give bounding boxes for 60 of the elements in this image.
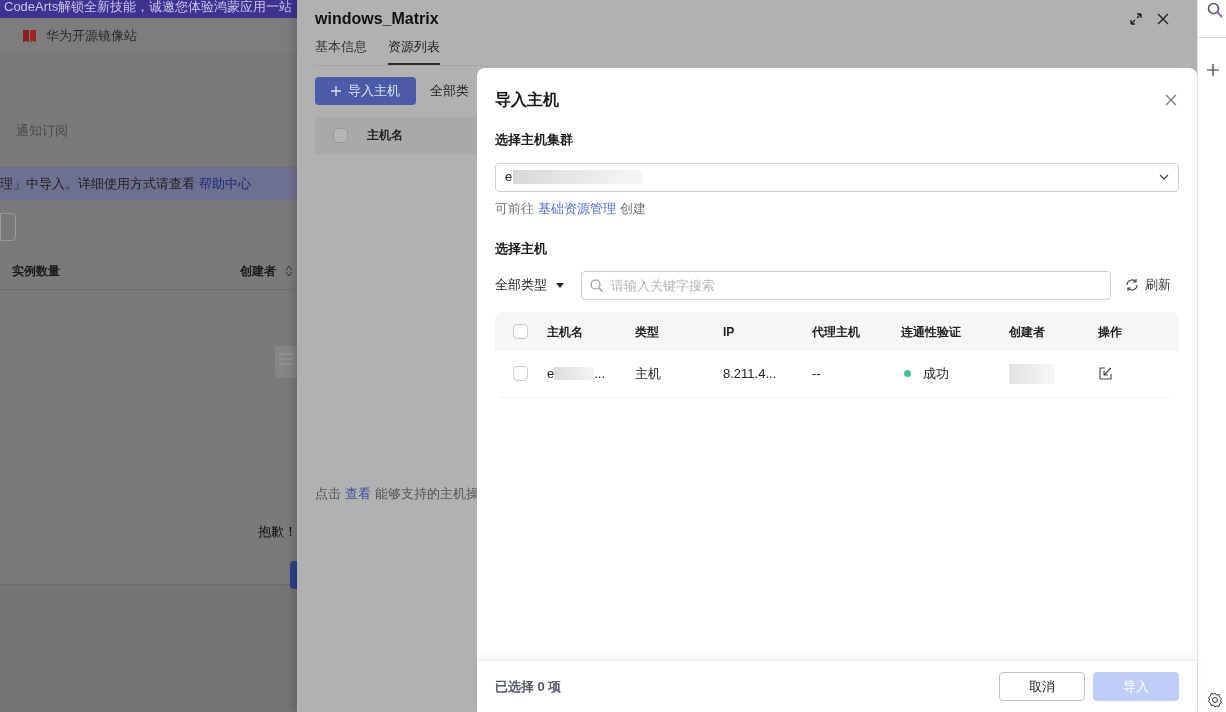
column-header: 实例数量: [12, 262, 61, 280]
section-label: 选择主机集群: [495, 131, 574, 149]
redaction: [554, 367, 595, 380]
table-cell: 8.211.4...: [723, 365, 777, 381]
input-field[interactable]: [0, 213, 16, 241]
table-cell: 主机: [635, 365, 661, 381]
column-header: 操作: [1098, 325, 1122, 339]
refresh-icon: [1125, 278, 1139, 292]
hint-text: 创建: [620, 199, 646, 218]
redaction: [1009, 363, 1055, 384]
column-header: 创建者: [240, 262, 276, 280]
cancel-button[interactable]: 取消: [999, 672, 1085, 701]
column-header: 创建者: [1009, 325, 1045, 339]
hint-text: 点击: [315, 484, 341, 503]
close-icon[interactable]: [1165, 94, 1177, 106]
column-header: 代理主机: [812, 325, 860, 339]
checkbox[interactable]: [333, 127, 348, 143]
error-text: 抱歉！: [258, 523, 297, 541]
checkbox[interactable]: [513, 366, 528, 381]
selection-count: 已选择 0 项: [495, 677, 563, 696]
section-label: 选择主机: [495, 240, 548, 258]
search-icon[interactable]: [1207, 2, 1223, 18]
tab[interactable]: 基本信息: [315, 37, 367, 65]
column-header: 主机名: [367, 127, 403, 144]
expand-icon[interactable]: [1129, 12, 1143, 26]
book-icon: [22, 28, 38, 44]
cluster-select[interactable]: e: [495, 162, 1179, 192]
plus-icon[interactable]: [1207, 64, 1219, 76]
search-field[interactable]: 请输入关键字搜索: [581, 270, 1111, 300]
plus-icon: [331, 85, 341, 96]
column-header: 连通性验证: [901, 325, 961, 339]
sort-icon: [284, 263, 294, 278]
document-icon: [275, 346, 297, 378]
table-cell: --: [812, 365, 821, 381]
type-filter[interactable]: 全部类型: [495, 275, 581, 295]
search-icon: [590, 278, 603, 292]
table-cell-text: 成功: [923, 364, 949, 383]
import-icon[interactable]: [1099, 367, 1112, 380]
table-cell-text: e: [547, 364, 555, 383]
type-filter[interactable]: 全部类: [430, 80, 469, 101]
info-text: 理」中导入。详细使用方式请查看: [0, 174, 195, 193]
settings-icon[interactable]: [1207, 692, 1223, 708]
view-link[interactable]: 查看: [345, 483, 371, 503]
column-header: 类型: [635, 325, 659, 339]
table-cell-text: ...: [594, 364, 606, 383]
dialog-title: 导入主机: [495, 90, 559, 110]
tab[interactable]: 资源列表: [388, 37, 440, 65]
drawer-title: windows_Matrix: [315, 9, 440, 29]
chevron-down-icon: [1159, 174, 1169, 180]
site-link[interactable]: 华为开源镜像站: [46, 26, 137, 46]
checkbox[interactable]: [513, 323, 528, 339]
import-button[interactable]: 导入主机: [315, 76, 416, 105]
hint-text: 可前往: [495, 199, 534, 218]
close-icon[interactable]: [1157, 13, 1169, 25]
banner-text: CodeArts解锁全新技能，诚邀您体验鸿蒙应用一站: [0, 0, 297, 18]
resource-link[interactable]: 基础资源管理: [538, 198, 616, 218]
column-header: IP: [723, 325, 735, 339]
refresh-button[interactable]: 刷新: [1125, 275, 1171, 295]
caret-down-icon: [556, 282, 564, 288]
column-header: 主机名: [547, 325, 583, 339]
